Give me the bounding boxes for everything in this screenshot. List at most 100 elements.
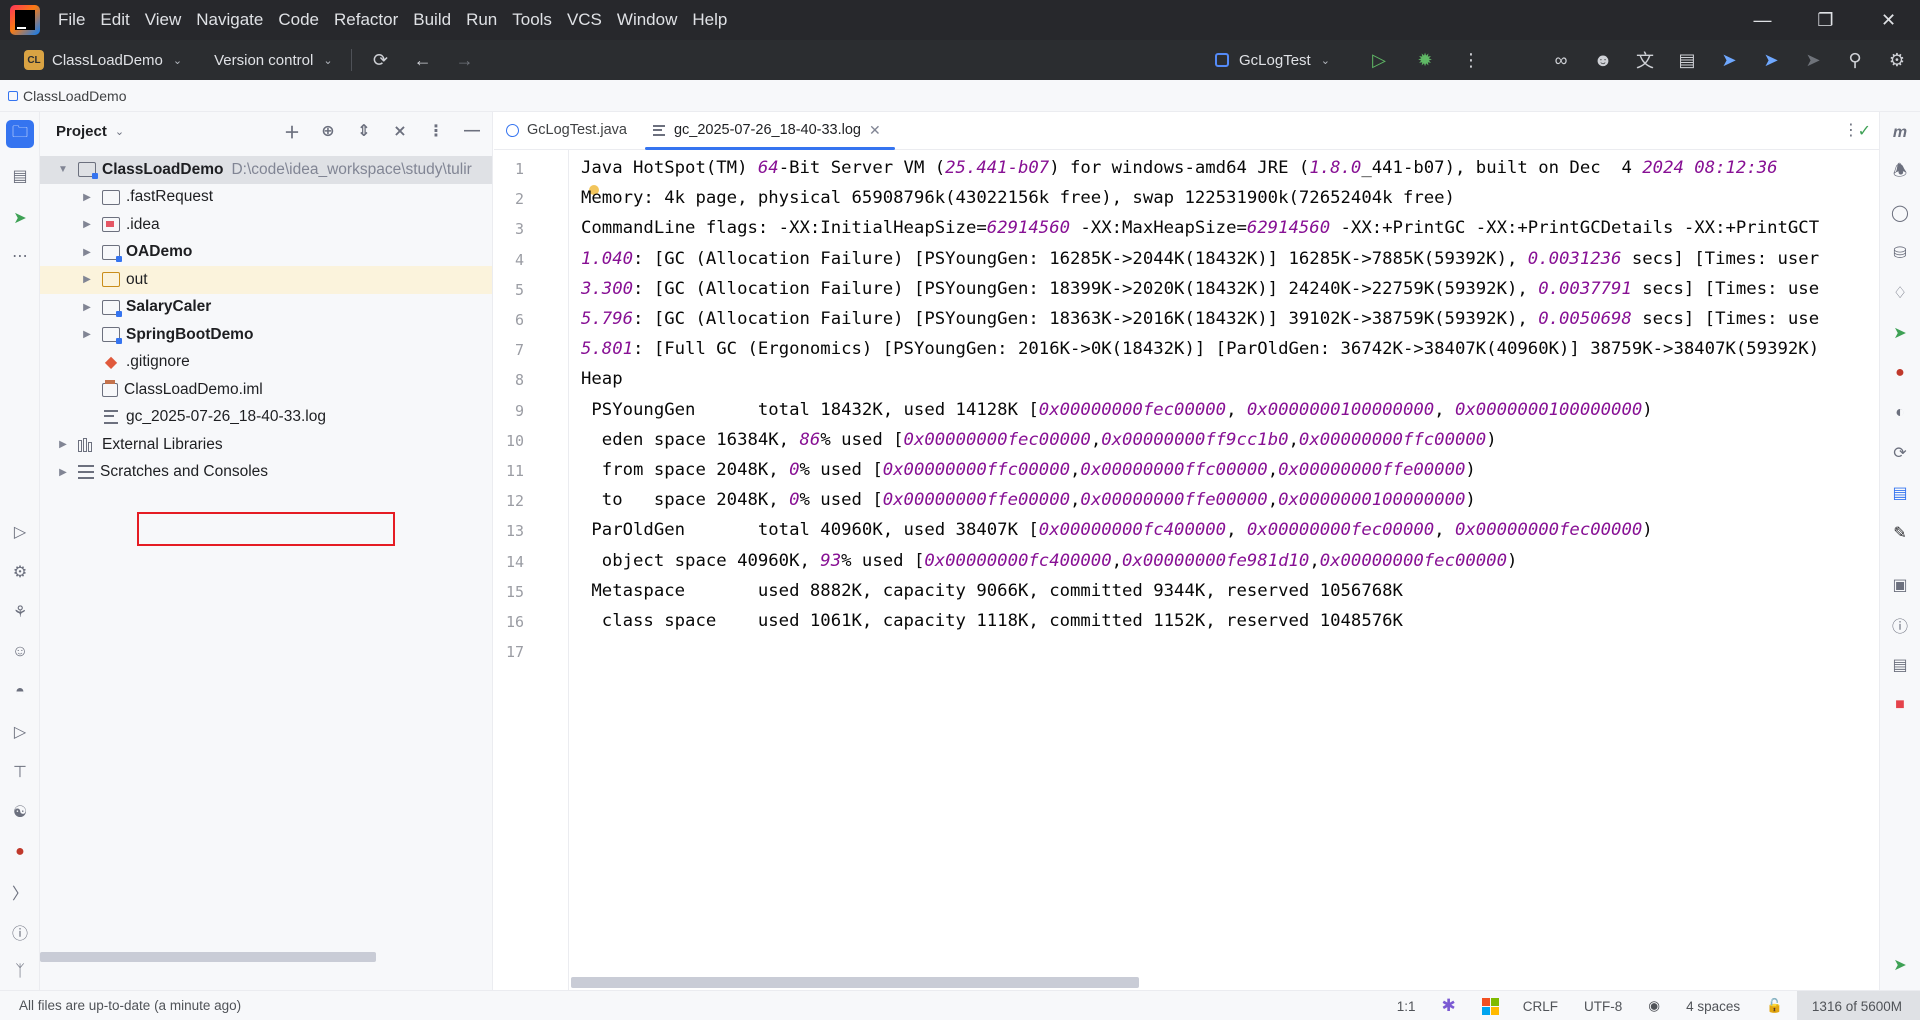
menu-vcs[interactable]: VCS xyxy=(567,10,602,30)
more-actions-icon[interactable]: ⋮ xyxy=(1456,45,1486,75)
expand-all-icon[interactable]: ⇕ xyxy=(350,118,378,144)
tree-item-springbootdemo[interactable]: ▶ SpringBootDemo xyxy=(40,321,492,349)
line-separator[interactable]: CRLF xyxy=(1523,999,1558,1014)
problems-emoji-icon[interactable]: ☺ xyxy=(6,638,34,666)
options-icon[interactable]: ⋮ xyxy=(422,118,450,144)
menu-view[interactable]: View xyxy=(145,10,182,30)
project-panel-header[interactable]: Project ⌄ ＋ ⊕ ⇕ ⨯ ⋮ — xyxy=(40,112,492,150)
intellij-logo-icon[interactable] xyxy=(10,5,40,35)
ai-widget-icon[interactable]: ✱ xyxy=(1442,996,1456,1016)
codota-icon[interactable]: ♢ xyxy=(1887,280,1913,306)
status-message[interactable]: All files are up-to-date (a minute ago) xyxy=(19,998,241,1013)
red-plugin-icon[interactable]: ■ xyxy=(1887,692,1913,718)
editor-horizontal-scrollbar[interactable] xyxy=(571,977,1139,988)
build-icon[interactable]: ⚙ xyxy=(6,558,34,586)
collapse-all-icon[interactable]: ⨯ xyxy=(386,118,414,144)
services-icon[interactable]: ▷ xyxy=(6,518,34,546)
terminal-icon[interactable]: 〉 xyxy=(6,878,34,906)
tree-item-gitignore[interactable]: ◆ .gitignore xyxy=(40,349,492,377)
chevron-right-icon[interactable]: ▶ xyxy=(80,329,94,340)
edit-plugin-icon[interactable]: ✎ xyxy=(1887,520,1913,546)
structure-tool-icon[interactable]: ▤ xyxy=(6,162,34,190)
project-switcher[interactable]: CL ClassLoadDemo ⌄ xyxy=(24,45,182,75)
menu-file[interactable]: File xyxy=(58,10,85,30)
info-icon[interactable]: ⓘ xyxy=(1887,612,1913,638)
windows-logo-icon[interactable] xyxy=(1481,997,1499,1015)
code-view[interactable]: 1 Java HotSpot(TM) 64-Bit Server VM (25.4… xyxy=(506,150,1879,910)
tree-item-idea[interactable]: ▶ .idea xyxy=(40,211,492,239)
dependencies-icon[interactable]: ⚘ xyxy=(6,598,34,626)
forward-arrow-icon[interactable]: → xyxy=(450,45,480,75)
tree-item-fastrequest[interactable]: ▶ .fastRequest xyxy=(40,184,492,212)
restore-window-button[interactable]: ❐ xyxy=(1794,0,1857,40)
maven-icon[interactable]: m xyxy=(1887,120,1913,146)
menu-build[interactable]: Build xyxy=(413,10,451,30)
refresh-plugin-icon[interactable]: ⟳ xyxy=(1887,440,1913,466)
tree-item-gc-log[interactable]: gc_2025-07-26_18-40-33.log xyxy=(40,404,492,432)
bird-plugin-icon[interactable]: ● xyxy=(1887,360,1913,386)
chevron-right-icon[interactable]: ▶ xyxy=(56,467,70,478)
code-with-me-icon[interactable]: ☻ xyxy=(1588,45,1618,75)
more-tabs-icon[interactable]: ⋮ xyxy=(1843,120,1859,140)
rocket-plugin-3-icon[interactable]: ➤ xyxy=(1798,45,1828,75)
chevron-right-icon[interactable]: ▶ xyxy=(80,219,94,230)
rocket-plugin-icon[interactable]: ➤ xyxy=(1714,45,1744,75)
database-icon[interactable]: ⛁ xyxy=(1887,240,1913,266)
debug-icon[interactable]: ✹ xyxy=(1410,45,1440,75)
close-tab-icon[interactable]: ✕ xyxy=(869,122,881,139)
tree-item-iml[interactable]: ClassLoadDemo.iml xyxy=(40,376,492,404)
more-tools-icon[interactable]: ⋯ xyxy=(6,242,34,270)
leetcode-icon[interactable]: ➤ xyxy=(1887,320,1913,346)
chevron-down-icon[interactable]: ▼ xyxy=(56,164,70,175)
file-encoding[interactable]: UTF-8 xyxy=(1584,999,1622,1014)
menu-refactor[interactable]: Refactor xyxy=(334,10,398,30)
tree-item-salarycaler[interactable]: ▶ SalaryCaler xyxy=(40,294,492,322)
memory-indicator[interactable]: 1316 of 5600M xyxy=(1796,991,1920,1020)
tree-item-scratches[interactable]: ▶ Scratches and Consoles xyxy=(40,459,492,487)
hide-panel-icon[interactable]: — xyxy=(458,118,486,144)
ai-assistant-icon[interactable]: ∞ xyxy=(1546,45,1576,75)
tab-gclogtest-java[interactable]: GcLogTest.java xyxy=(494,111,641,149)
chevron-right-icon[interactable]: ▶ xyxy=(80,247,94,258)
chevron-right-icon[interactable]: ▶ xyxy=(80,192,94,203)
chevron-right-icon[interactable]: ▶ xyxy=(80,274,94,285)
toolbox-side-icon[interactable]: ▤ xyxy=(1887,652,1913,678)
horizontal-scrollbar[interactable] xyxy=(40,952,376,962)
notifications-icon[interactable]: 🕭 xyxy=(1887,160,1913,186)
locate-file-icon[interactable]: ⊕ xyxy=(314,118,342,144)
chevron-right-icon[interactable]: ▶ xyxy=(80,302,94,313)
tree-item-oademo[interactable]: ▶ OADemo xyxy=(40,239,492,267)
d-plugin-icon[interactable]: ◐ xyxy=(1887,400,1913,426)
profiler-icon[interactable]: ☯ xyxy=(6,798,34,826)
menu-tools[interactable]: Tools xyxy=(512,10,552,30)
minimize-window-button[interactable]: — xyxy=(1731,0,1794,40)
translation-panel-icon[interactable]: ▣ xyxy=(1887,572,1913,598)
maven-helper-icon[interactable]: ● xyxy=(6,838,34,866)
menu-window[interactable]: Window xyxy=(617,10,677,30)
database-layers-icon[interactable]: ◓ xyxy=(6,678,34,706)
sync-icon[interactable]: ⟳ xyxy=(366,45,396,75)
translate-icon[interactable]: 文 xyxy=(1630,45,1660,75)
problems-icon[interactable]: ⓘ xyxy=(6,918,34,946)
back-arrow-icon[interactable]: ← xyxy=(408,45,438,75)
chevron-right-icon[interactable]: ▶ xyxy=(56,439,70,450)
add-icon[interactable]: ＋ xyxy=(278,118,306,144)
menu-run[interactable]: Run xyxy=(466,10,497,30)
no-problems-check-icon[interactable]: ✓ xyxy=(1858,121,1871,141)
git-icon[interactable]: ᛉ xyxy=(6,958,34,986)
search-icon[interactable]: ⚲ xyxy=(1840,45,1870,75)
bottom-plugin-icon[interactable]: ➤ xyxy=(1887,952,1913,978)
menu-edit[interactable]: Edit xyxy=(100,10,129,30)
caret-position[interactable]: 1:1 xyxy=(1397,999,1416,1014)
document-plugin-icon[interactable]: ▤ xyxy=(1887,480,1913,506)
menu-code[interactable]: Code xyxy=(278,10,319,30)
menu-help[interactable]: Help xyxy=(692,10,727,30)
version-control-widget[interactable]: Version control ⌄ xyxy=(214,52,332,69)
close-window-button[interactable]: ✕ xyxy=(1857,0,1920,40)
endpoints-icon[interactable]: ⊤ xyxy=(6,758,34,786)
run-configuration-selector[interactable]: GcLogTest ⌄ xyxy=(1215,45,1330,75)
tree-item-external-libraries[interactable]: ▶ External Libraries xyxy=(40,431,492,459)
breadcrumb-project[interactable]: ClassLoadDemo xyxy=(23,88,127,104)
tree-root-classloaddemo[interactable]: ▼ ClassLoadDemo D:\code\idea_workspace\s… xyxy=(40,156,492,184)
reader-mode-eye-icon[interactable]: ◉ xyxy=(1648,998,1660,1014)
